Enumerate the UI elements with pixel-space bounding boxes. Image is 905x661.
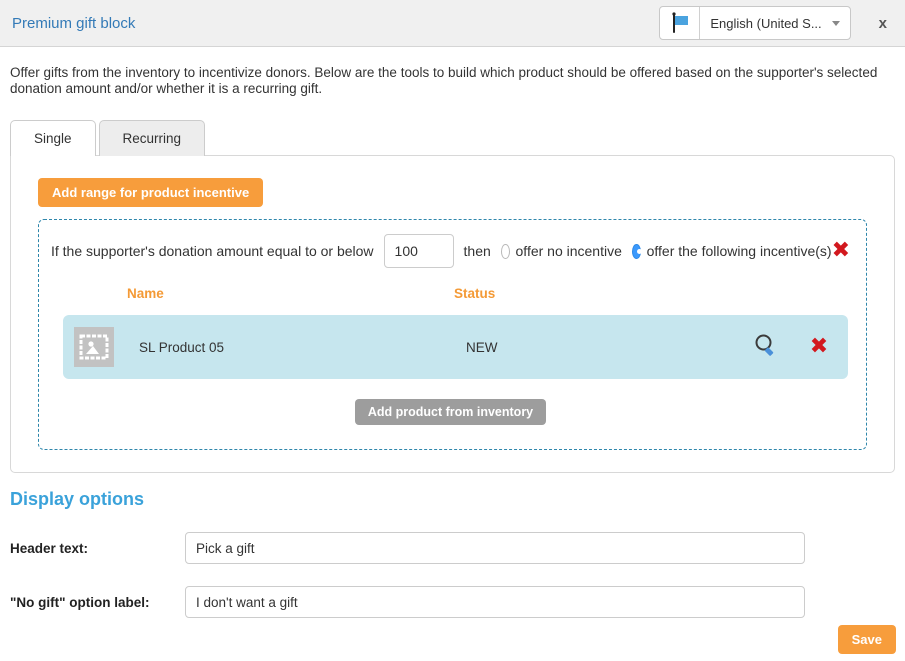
tab-recurring[interactable]: Recurring: [99, 120, 206, 156]
tab-bar: Single Recurring: [10, 120, 895, 155]
delete-product-icon[interactable]: ✖: [810, 336, 828, 358]
product-name: SL Product 05: [139, 340, 466, 355]
preview-magnifier-icon[interactable]: [753, 333, 779, 362]
header-text-field-row: Header text:: [10, 532, 895, 564]
radio-no-incentive-label: offer no incentive: [516, 243, 622, 259]
chevron-down-icon: [832, 21, 840, 26]
radio-offer-incentives-label: offer the following incentive(s): [647, 243, 832, 259]
language-selector-value: English (United S...: [710, 16, 821, 31]
single-tab-panel: Add range for product incentive If the s…: [10, 155, 895, 473]
range-condition-row: If the supporter's donation amount equal…: [51, 234, 850, 268]
header-text-input[interactable]: [185, 532, 805, 564]
modal-header: Premium gift block English (United S... …: [0, 0, 905, 47]
tab-single[interactable]: Single: [10, 120, 96, 156]
flag-icon: [660, 7, 700, 39]
add-product-button[interactable]: Add product from inventory: [355, 399, 546, 425]
range-block: If the supporter's donation amount equal…: [38, 219, 867, 450]
radio-offer-incentives[interactable]: [632, 244, 641, 259]
amount-input[interactable]: [384, 234, 454, 268]
condition-prefix-text: If the supporter's donation amount equal…: [51, 243, 374, 259]
description-text: Offer gifts from the inventory to incent…: [10, 65, 895, 96]
no-gift-option-input[interactable]: [185, 586, 805, 618]
column-header-status: Status: [454, 286, 744, 301]
table-row: SL Product 05 NEW ✖: [63, 315, 848, 379]
product-status: NEW: [466, 340, 742, 355]
no-gift-field-row: "No gift" option label:: [10, 586, 895, 618]
column-header-name: Name: [127, 286, 454, 301]
language-selector[interactable]: English (United S...: [659, 6, 850, 40]
condition-then-text: then: [464, 243, 491, 259]
radio-no-incentive[interactable]: [501, 244, 510, 259]
product-table-header: Name Status: [51, 286, 850, 301]
modal-title: Premium gift block: [12, 15, 135, 32]
product-image-placeholder-icon: [74, 327, 114, 367]
header-text-label: Header text:: [10, 541, 185, 556]
display-options-heading: Display options: [10, 489, 895, 510]
no-gift-option-label: "No gift" option label:: [10, 595, 185, 610]
close-button[interactable]: x: [873, 15, 893, 32]
save-button[interactable]: Save: [838, 625, 896, 654]
delete-range-icon[interactable]: ✖: [832, 240, 850, 262]
add-range-button[interactable]: Add range for product incentive: [38, 178, 263, 207]
